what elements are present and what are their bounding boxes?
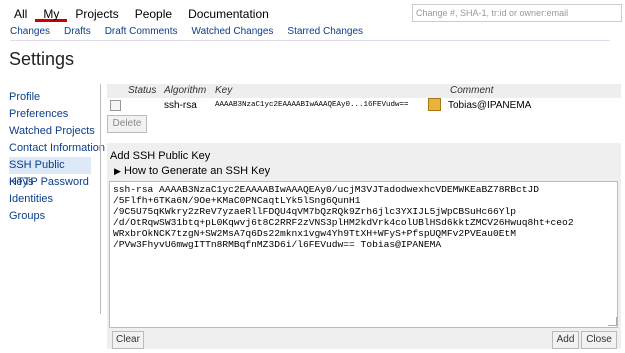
- howto-disclosure[interactable]: ▶ How to Generate an SSH Key: [114, 165, 270, 177]
- delete-button[interactable]: Delete: [107, 115, 147, 133]
- subtab-watched-changes[interactable]: Watched Changes: [192, 26, 274, 37]
- main-nav: All My Projects People Documentation: [6, 6, 277, 22]
- sidebar-item-http-password[interactable]: HTTP Password: [9, 174, 105, 191]
- key-select-checkbox[interactable]: [110, 100, 121, 111]
- key-line: /d/OtRqwSW31btq+pL0Kqwvj6t8C2RRF2zVNS3pl…: [113, 217, 574, 228]
- nav-divider: [10, 40, 610, 41]
- key-line: /PVw3FhyvU6mwgITTn8RMBqfnMZ3D6i/l6FEVudw…: [113, 239, 442, 250]
- page-title: Settings: [9, 49, 75, 69]
- sidebar-item-profile[interactable]: Profile: [9, 89, 105, 106]
- ssh-key-textarea[interactable]: ssh-rsa AAAAB3NzaC1yc2EAAAABIwAAAQEAy0/u…: [109, 181, 618, 328]
- key-line: /9C5U75qKWkry2zReV7yzaeRllFDQU4qVM7bQzRQ…: [113, 206, 517, 217]
- howto-label: How to Generate an SSH Key: [123, 165, 271, 177]
- header-key: Key: [215, 85, 233, 96]
- key-comment: Tobias@IPANEMA: [448, 100, 532, 111]
- tab-my[interactable]: My: [35, 6, 68, 22]
- search-input[interactable]: Change #, SHA-1, tr:id or owner:email: [412, 4, 622, 22]
- header-comment: Comment: [450, 85, 494, 96]
- key-value: AAAAB3NzaC1yc2EAAAABIwAAAQEAy0...16FEVud…: [215, 101, 409, 109]
- header-algorithm: Algorithm: [164, 85, 207, 96]
- key-algorithm: ssh-rsa: [164, 100, 197, 111]
- key-line: /5Flfh+6TKa6N/9Oe+KMaC0PNCaqtLYk5lSng6Qu…: [113, 195, 361, 206]
- resize-handle[interactable]: [608, 317, 617, 326]
- subtab-drafts[interactable]: Drafts: [64, 26, 91, 37]
- table-row: ssh-rsa AAAAB3NzaC1yc2EAAAABIwAAAQEAy0..…: [107, 99, 621, 113]
- sidebar-item-preferences[interactable]: Preferences: [9, 106, 105, 123]
- sidebar-item-watched-projects[interactable]: Watched Projects: [9, 123, 105, 140]
- tab-all[interactable]: All: [6, 6, 35, 22]
- copy-icon[interactable]: [428, 98, 441, 111]
- close-button[interactable]: Close: [581, 331, 617, 349]
- tab-projects[interactable]: Projects: [67, 6, 126, 22]
- sidebar-item-identities[interactable]: Identities: [9, 191, 105, 208]
- sidebar-item-contact-information[interactable]: Contact Information: [9, 140, 105, 157]
- key-line: WRxbrOkNCK7tzgN+SW2MsA7q6Ds22mknx1vgw4Yh…: [113, 228, 517, 239]
- tab-documentation[interactable]: Documentation: [180, 6, 277, 22]
- add-button[interactable]: Add: [552, 331, 579, 349]
- key-line: ssh-rsa AAAAB3NzaC1yc2EAAAABIwAAAQEAy0/u…: [113, 184, 540, 195]
- sidebar-item-ssh-public-keys[interactable]: SSH Public Keys: [9, 157, 91, 188]
- clear-button[interactable]: Clear: [112, 331, 144, 349]
- tab-people[interactable]: People: [127, 6, 180, 22]
- settings-sidebar: Profile Preferences Watched Projects Con…: [9, 89, 105, 225]
- subtab-draft-comments[interactable]: Draft Comments: [105, 26, 178, 37]
- sidebar-divider: [100, 84, 101, 314]
- add-key-title: Add SSH Public Key: [110, 150, 211, 162]
- sub-nav: Changes Drafts Draft Comments Watched Ch…: [10, 26, 377, 37]
- triangle-right-icon: ▶: [114, 166, 121, 176]
- sidebar-item-groups[interactable]: Groups: [9, 208, 105, 225]
- header-status: Status: [128, 85, 157, 96]
- keys-table-header: Status Algorithm Key Comment: [107, 84, 621, 98]
- subtab-changes[interactable]: Changes: [10, 26, 50, 37]
- subtab-starred-changes[interactable]: Starred Changes: [287, 26, 363, 37]
